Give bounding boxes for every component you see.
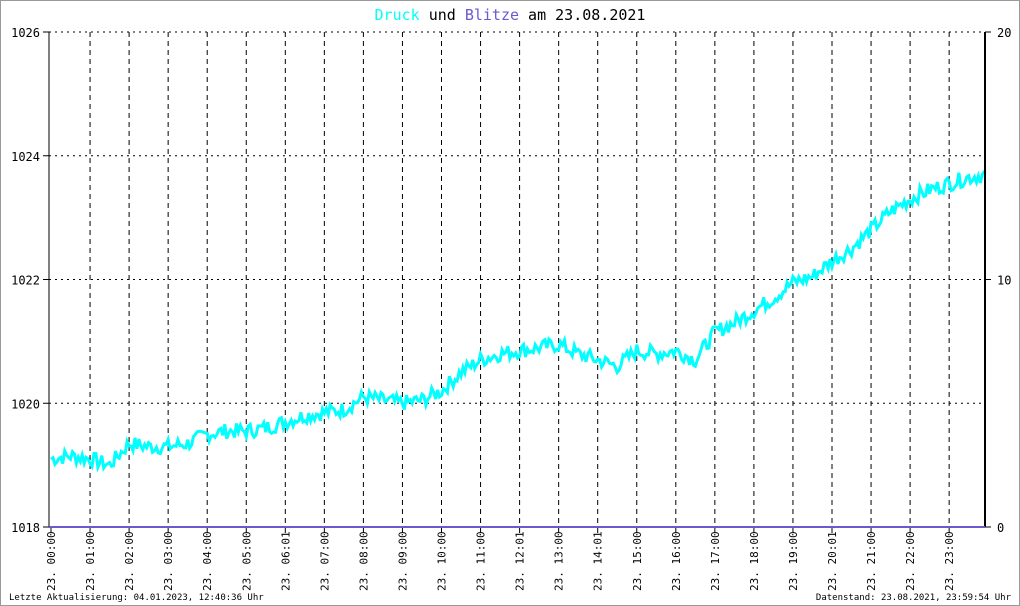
x-tick-label: 23. 00:00 [45,531,58,591]
x-tick-label: 23. 21:00 [865,531,878,591]
x-tick-label: 23. 23:00 [943,531,956,591]
x-tick-label: 23. 19:00 [787,531,800,591]
x-tick-label: 23. 01:00 [84,531,97,591]
x-tick-label: 23. 20:01 [826,531,839,591]
x-tick-label: 23. 07:00 [318,531,331,591]
pressure-line [50,170,987,473]
y-tick-label-left: 1024 [11,150,40,164]
x-tick-label: 23. 15:00 [631,531,644,591]
x-tick-label: 23. 16:00 [670,531,683,591]
x-tick-label: 23. 06:01 [279,531,292,591]
x-tick-label: 23. 12:01 [514,531,527,591]
x-tick-label: 23. 14:01 [592,531,605,591]
x-tick-label: 23. 05:00 [240,531,253,591]
y-tick-label-left: 1022 [11,274,40,288]
x-tick-label: 23. 09:00 [396,531,409,591]
y-tick-label-right: 0 [997,521,1004,535]
y-tick-label-right: 20 [997,26,1011,40]
chart-svg: 101810201022102410260102023. 00:00 23. 01… [11,26,1011,591]
data-timestamp: Datenstand: 23.08.2021, 23:59:54 Uhr [815,593,1011,603]
y-tick-label-left: 1020 [11,397,40,411]
x-tick-label: 23. 02:00 [123,531,136,591]
x-tick-label: 23. 22:00 [904,531,917,591]
x-tick-label: 23. 03:00 [162,531,175,591]
x-tick-label: 23. 08:00 [357,531,370,591]
last-update: Letzte Aktualisierung: 04.01.2023, 12:40… [9,593,264,603]
x-tick-label: 23. 10:00 [436,531,449,591]
y-tick-label-left: 1018 [11,521,40,535]
x-tick-label: 23. 11:00 [475,531,488,591]
chart-frame: Druck und Blitze am 23.08.2021 1018 1020 1… [0,0,1020,606]
y-tick-label-left: 1026 [11,26,40,40]
x-tick-label: 23. 13:00 [553,531,566,591]
y-tick-label-right: 10 [997,274,1011,288]
x-tick-label: 23. 18:00 [748,531,761,591]
x-tick-label: 23. 17:00 [709,531,722,591]
x-tick-label: 23. 04:00 [201,531,214,591]
